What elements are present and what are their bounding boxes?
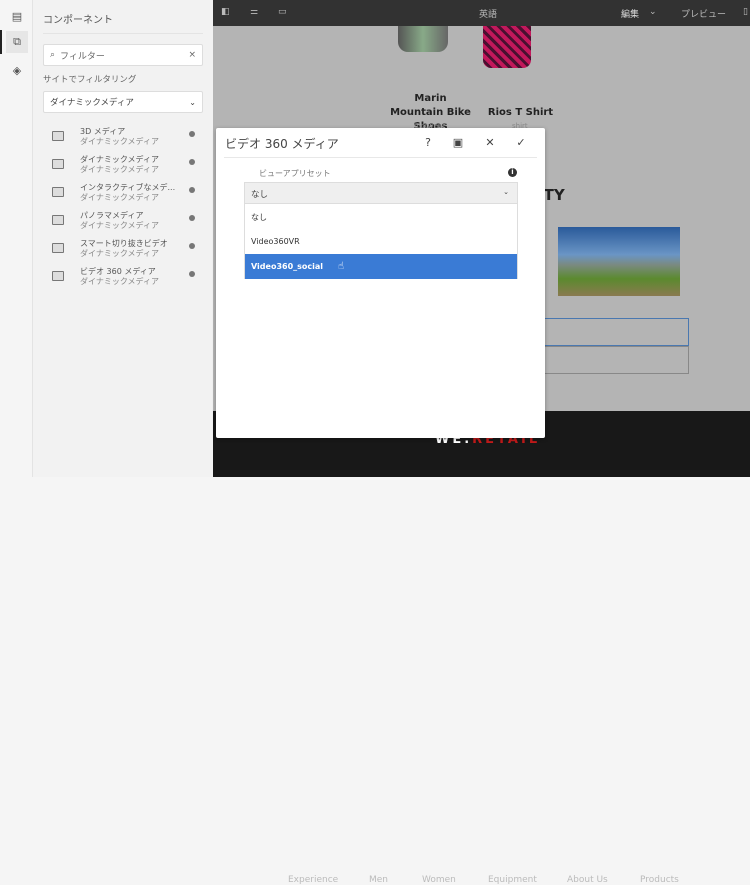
chevron-down-icon: ⌄ — [189, 97, 196, 107]
option-none[interactable]: なし — [245, 204, 517, 229]
option-video360-social[interactable]: Video360_social — [245, 254, 517, 279]
editor-toolbar: ◧ ⚌ ▭ 英語 編集 ⌄ プレビュー ▯ — [213, 0, 750, 26]
viewer-preset-select[interactable]: なし ⌄ — [244, 182, 518, 204]
video360-dialog: ビデオ 360 メディア ? ▣ ✕ ✓ ビューアプリセット i なし ⌄ なし… — [216, 128, 545, 438]
info-icon[interactable] — [189, 271, 195, 277]
info-icon[interactable]: i — [508, 168, 517, 177]
component-icon — [52, 187, 64, 197]
mode-select[interactable]: 編集 — [621, 7, 639, 20]
chevron-down-icon[interactable]: ⌄ — [649, 7, 657, 17]
component-placeholder[interactable] — [533, 346, 689, 374]
page-language: 英語 — [479, 10, 498, 20]
component-icon — [52, 271, 64, 281]
annotations-icon[interactable]: ▯ — [743, 7, 748, 17]
info-icon[interactable] — [189, 187, 195, 193]
assets-icon[interactable]: ▤ — [6, 5, 28, 27]
selected-value: なし — [251, 190, 269, 200]
hand-cursor-icon: ☝ — [338, 261, 345, 272]
component-group: ダイナミックメディア — [80, 277, 159, 286]
site-filter-label: サイトでフィルタリング — [43, 75, 137, 85]
emulator-icon[interactable]: ▭ — [278, 7, 287, 17]
active-indicator — [0, 30, 2, 54]
info-icon[interactable] — [189, 159, 195, 165]
option-video360vr[interactable]: Video360VR — [245, 229, 517, 254]
viewer-preset-label: ビューアプリセット — [259, 169, 331, 178]
footer-nav-link[interactable]: Men — [369, 875, 388, 885]
help-icon[interactable]: ? — [420, 136, 436, 149]
done-icon[interactable]: ✓ — [513, 136, 529, 149]
fullscreen-icon[interactable]: ▣ — [450, 136, 466, 149]
component-icon — [52, 131, 64, 141]
footer-nav-link[interactable]: Women — [422, 875, 456, 885]
divider — [224, 157, 537, 158]
layers-icon[interactable]: ◈ — [6, 59, 28, 81]
chevron-down-icon: ⌄ — [503, 188, 509, 196]
info-icon[interactable] — [189, 243, 195, 249]
component-group: ダイナミックメディア — [80, 221, 159, 230]
side-rail: ▤ ⧉ ◈ — [0, 0, 33, 477]
component-item[interactable]: 3D メディア ダイナミックメディア — [43, 126, 203, 152]
component-item[interactable]: スマート切り抜きビデオ ダイナミックメディア — [43, 238, 203, 264]
components-icon[interactable]: ⧉ — [6, 31, 28, 53]
preset-options: なし Video360VR Video360_social — [244, 204, 518, 279]
component-group: ダイナミックメディア — [80, 137, 159, 146]
side-panel-toggle-icon[interactable]: ◧ — [221, 7, 230, 17]
component-item[interactable]: ダイナミックメディア ダイナミックメディア — [43, 154, 203, 180]
preview-button[interactable]: プレビュー — [681, 7, 726, 20]
close-icon[interactable]: ✕ — [482, 136, 498, 149]
component-group: ダイナミックメディア — [80, 249, 159, 258]
component-item[interactable]: インタラクティブなメデ... ダイナミックメディア — [43, 182, 203, 208]
hikers-image — [558, 227, 680, 296]
component-item[interactable]: パノラマメディア ダイナミックメディア — [43, 210, 203, 236]
panel-title: コンポーネント — [43, 15, 113, 26]
site-filter-value: ダイナミックメディア — [50, 98, 134, 108]
component-icon — [52, 159, 64, 169]
search-icon: ⌕ — [50, 50, 56, 60]
component-item[interactable]: ビデオ 360 メディア ダイナミックメディア — [43, 266, 203, 292]
footer-nav-link[interactable]: Equipment — [488, 875, 537, 885]
component-group: ダイナミックメディア — [80, 193, 159, 202]
footer-nav-link[interactable]: Experience — [288, 875, 338, 885]
dialog-title: ビデオ 360 メディア — [225, 137, 339, 151]
site-filter-select[interactable]: ダイナミックメディア ⌄ — [43, 91, 203, 113]
product-image-shoes — [398, 26, 448, 52]
divider — [43, 33, 203, 34]
component-placeholder[interactable] — [533, 318, 689, 346]
product-name[interactable]: Rios T Shirt — [483, 106, 558, 120]
filter-input[interactable]: ⌕ フィルター × — [43, 44, 203, 66]
component-icon — [52, 215, 64, 225]
info-icon[interactable] — [189, 215, 195, 221]
components-panel: コンポーネント ⌕ フィルター × サイトでフィルタリング ダイナミックメディア… — [33, 0, 213, 477]
product-image-shirt — [483, 26, 531, 68]
clear-icon[interactable]: × — [188, 50, 196, 60]
footer-nav-link[interactable]: Products — [640, 875, 679, 885]
properties-icon[interactable]: ⚌ — [250, 7, 258, 17]
filter-placeholder: フィルター — [60, 51, 105, 62]
component-icon — [52, 243, 64, 253]
component-group: ダイナミックメディア — [80, 165, 159, 174]
info-icon[interactable] — [189, 131, 195, 137]
footer-nav-link[interactable]: About Us — [567, 875, 608, 885]
